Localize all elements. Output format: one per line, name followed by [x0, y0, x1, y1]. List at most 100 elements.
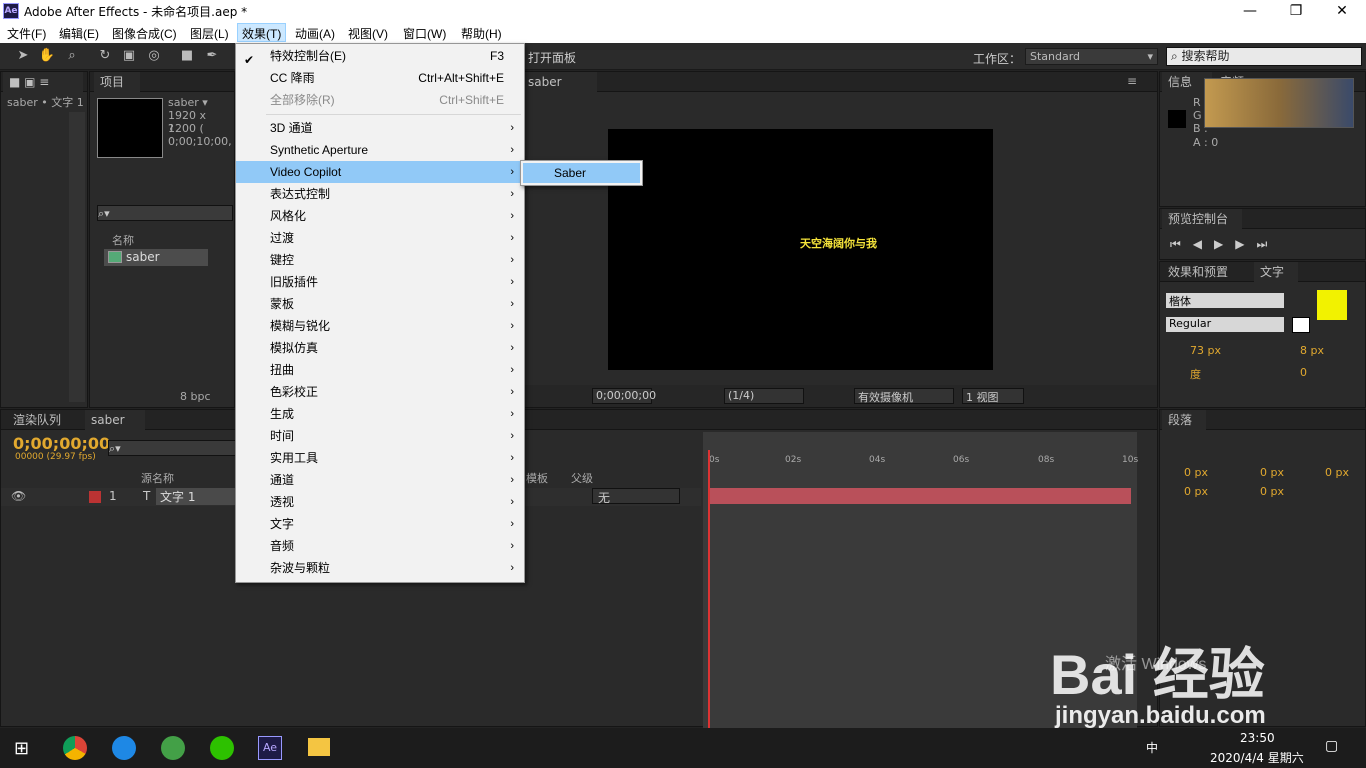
submenu-item-saber[interactable]: Saber	[523, 163, 640, 183]
menu-composition[interactable]: 图像合成(C)	[112, 25, 177, 42]
font-family-select[interactable]: 楷体	[1166, 293, 1284, 308]
menu-item-color-correction[interactable]: 色彩校正 ›	[236, 381, 524, 403]
menu-window[interactable]: 窗口(W)	[403, 25, 446, 42]
clock-date[interactable]: 2020/4/4 星期六	[1210, 749, 1304, 766]
font-style-select[interactable]: Regular	[1166, 317, 1284, 332]
comp-viewer[interactable]: 天空海阔你与我	[608, 129, 993, 370]
timeline-search-input[interactable]: ⌕▾	[108, 440, 236, 456]
layer-duration-bar[interactable]	[709, 488, 1131, 504]
current-time-indicator[interactable]	[708, 450, 710, 728]
space-before[interactable]: 0 px	[1184, 485, 1208, 498]
views-select[interactable]: 1 视图	[962, 388, 1024, 404]
help-search-input[interactable]: ⌕ 搜索帮助	[1166, 47, 1362, 66]
menu-file[interactable]: 文件(F)	[7, 25, 46, 42]
open-panel-label[interactable]: 打开面板	[528, 49, 576, 66]
ime-indicator[interactable]: 中	[1146, 739, 1158, 756]
zoom-tool-icon[interactable]: ⌕	[63, 48, 81, 64]
menu-item-video-copilot[interactable]: Video Copilot ›	[236, 161, 524, 183]
tab-character[interactable]: 文字	[1254, 262, 1298, 282]
column-source-name[interactable]: 源名称	[141, 470, 174, 486]
clock-time[interactable]: 23:50	[1240, 731, 1275, 745]
menu-item-perspective[interactable]: 透视 ›	[236, 491, 524, 513]
parent-select[interactable]: 无	[592, 488, 680, 505]
menu-help[interactable]: 帮助(H)	[461, 25, 502, 42]
notification-icon[interactable]: ▢	[1325, 738, 1338, 754]
menu-item-remove-all[interactable]: 全部移除(R) Ctrl+Shift+E	[236, 89, 524, 111]
scrollbar[interactable]	[69, 112, 85, 402]
menu-item-utility[interactable]: 实用工具 ›	[236, 447, 524, 469]
menu-item-expression-controls[interactable]: 表达式控制 ›	[236, 183, 524, 205]
minimize-button[interactable]: —	[1227, 0, 1273, 22]
pen-tool-icon[interactable]: ✒	[203, 48, 221, 64]
time-ruler[interactable]: 0s 02s 04s 06s 08s 10s	[709, 455, 1138, 469]
indent-right[interactable]: 0 px	[1325, 466, 1349, 479]
tab-paragraph[interactable]: 段落	[1162, 410, 1206, 430]
tab-composition-saber[interactable]: saber	[522, 72, 597, 92]
menu-item-transition[interactable]: 过渡 ›	[236, 227, 524, 249]
tracking-value[interactable]: 0	[1300, 366, 1307, 379]
menu-item-matte[interactable]: 蒙板 ›	[236, 293, 524, 315]
indent-first[interactable]: 0 px	[1260, 466, 1284, 479]
menu-item-audio[interactable]: 音频 ›	[236, 535, 524, 557]
menu-item-generate[interactable]: 生成 ›	[236, 403, 524, 425]
column-name[interactable]: 名称	[112, 232, 134, 248]
rectangle-tool-icon[interactable]: ■	[178, 48, 196, 64]
current-time-display[interactable]: 0;00;00;00	[592, 388, 656, 404]
menu-item-keying[interactable]: 键控 ›	[236, 249, 524, 271]
tab-timeline-saber[interactable]: saber	[85, 410, 145, 430]
indent-left[interactable]: 0 px	[1184, 466, 1208, 479]
menu-item-noise-grain[interactable]: 杂波与颗粒 ›	[236, 557, 524, 579]
menu-effects[interactable]: 效果(T)	[237, 23, 287, 42]
kugou-icon[interactable]	[112, 736, 136, 760]
after-effects-taskbar-icon[interactable]: Ae	[258, 736, 282, 760]
selection-tool-icon[interactable]: ➤	[14, 48, 32, 64]
panel-menu-icon[interactable]: ≡	[1127, 74, 1137, 88]
tab-project[interactable]: 项目	[94, 72, 140, 92]
leading-value[interactable]: 8 px	[1300, 344, 1324, 357]
white-swatch[interactable]	[1292, 317, 1310, 333]
tab-preview[interactable]: 预览控制台	[1162, 209, 1242, 229]
chrome-icon[interactable]	[63, 736, 87, 760]
column-parent[interactable]: 父级	[571, 470, 593, 486]
project-item-saber[interactable]: saber	[104, 249, 208, 266]
kerning-value[interactable]: 度	[1190, 366, 1201, 382]
menu-item-effect-controls[interactable]: ✔ 特效控制台(E) F3	[236, 45, 524, 67]
workspace-select[interactable]: Standard ▾	[1025, 48, 1158, 65]
visibility-eye-icon[interactable]: 👁	[11, 489, 26, 503]
menu-item-stylize[interactable]: 风格化 ›	[236, 205, 524, 227]
menu-item-3d-channel[interactable]: 3D 通道 ›	[236, 117, 524, 139]
playback-controls[interactable]: ⏮◀▶▶⏭	[1170, 237, 1279, 252]
camera-tool-icon[interactable]: ▣	[120, 48, 138, 64]
menu-item-cc-rain[interactable]: CC 降雨 Ctrl+Alt+Shift+E	[236, 67, 524, 89]
maximize-button[interactable]: ❐	[1273, 0, 1319, 22]
file-explorer-icon[interactable]	[308, 738, 330, 756]
space-after[interactable]: 0 px	[1260, 485, 1284, 498]
menu-item-channel[interactable]: 通道 ›	[236, 469, 524, 491]
menu-view[interactable]: 视图(V)	[348, 25, 388, 42]
wechat-icon[interactable]	[210, 736, 234, 760]
menu-item-time[interactable]: 时间 ›	[236, 425, 524, 447]
windows-start-icon[interactable]: ⊞	[14, 738, 29, 759]
menu-item-obsolete[interactable]: 旧版插件 ›	[236, 271, 524, 293]
layer-label-color[interactable]	[89, 491, 101, 503]
tab-render-queue[interactable]: 渲染队列	[7, 410, 75, 430]
resolution-select[interactable]: (1/4)	[724, 388, 804, 404]
comp-text-layer[interactable]: 天空海阔你与我	[800, 235, 877, 251]
tab-effect-controls[interactable]: ■ ▣ ≡	[3, 72, 83, 92]
timeline-current-time[interactable]: 0;00;00;00	[13, 434, 110, 453]
bpc-label[interactable]: 8 bpc	[180, 390, 211, 403]
menu-item-blur-sharpen[interactable]: 模糊与锐化 ›	[236, 315, 524, 337]
hand-tool-icon[interactable]: ✋	[38, 48, 56, 64]
close-button[interactable]: ✕	[1319, 0, 1365, 22]
project-search-input[interactable]: ⌕▾	[97, 205, 233, 221]
fill-color-swatch[interactable]	[1317, 290, 1347, 320]
tab-effects-presets[interactable]: 效果和预置	[1162, 262, 1252, 282]
font-size-value[interactable]: 73 px	[1190, 344, 1221, 357]
menu-edit[interactable]: 编辑(E)	[59, 25, 99, 42]
rotate-tool-icon[interactable]: ↻	[96, 48, 114, 64]
menu-item-text[interactable]: 文字 ›	[236, 513, 524, 535]
menu-item-distort[interactable]: 扭曲 ›	[236, 359, 524, 381]
menu-animation[interactable]: 动画(A)	[295, 25, 335, 42]
menu-item-simulation[interactable]: 模拟仿真 ›	[236, 337, 524, 359]
camera-select[interactable]: 有效摄像机	[854, 388, 954, 404]
